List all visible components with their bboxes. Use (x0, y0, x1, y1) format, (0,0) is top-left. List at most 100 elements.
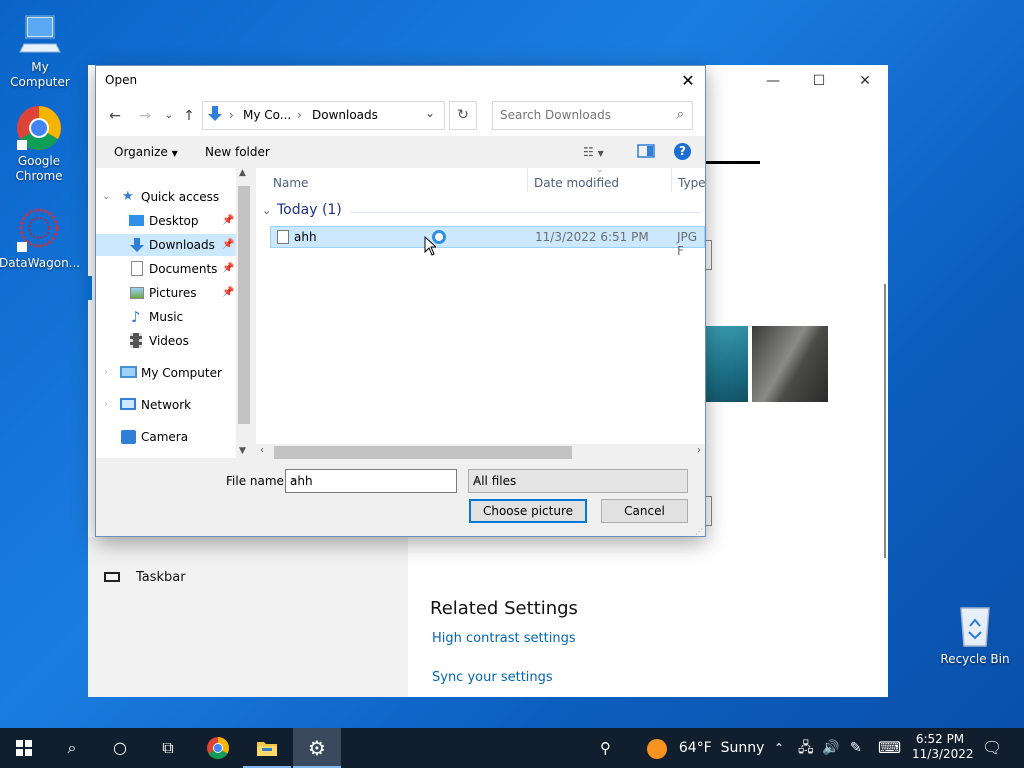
chevron-down-icon: ⌄ (473, 473, 482, 484)
group-header-today[interactable]: Today (1) (277, 202, 342, 218)
file-list-scrollbar[interactable]: ‹ › (256, 444, 705, 461)
cortana-circle-icon[interactable]: ○ (96, 728, 144, 768)
file-explorer-icon[interactable] (243, 728, 291, 768)
sidebar-item-pictures[interactable]: Pictures 📌 (96, 282, 236, 304)
sidebar-item-documents[interactable]: Documents 📌 (96, 258, 236, 280)
refresh-icon[interactable]: ↻ (449, 101, 477, 130)
sidebar-item-camera[interactable]: Camera (96, 426, 236, 448)
column-divider (671, 168, 672, 192)
desktop-icon (129, 215, 144, 226)
desktop-icon-chrome[interactable]: Google Chrome (0, 104, 79, 184)
resize-grip-icon[interactable]: ⋰ (695, 527, 703, 536)
maximize-button[interactable]: ☐ (796, 66, 842, 96)
organize-label: Organize (114, 145, 168, 159)
star-icon: ★ (122, 189, 134, 204)
taskbar-settings-icon (104, 572, 120, 582)
high-contrast-link[interactable]: High contrast settings (432, 631, 576, 646)
column-header-name[interactable]: Name (273, 176, 308, 190)
column-header-date-modified[interactable]: Date modified (534, 176, 619, 190)
settings-gear-icon[interactable]: ⚙ (293, 728, 341, 768)
navigation-pane-scroll-thumb[interactable] (238, 186, 250, 424)
scroll-right-icon[interactable]: › (697, 445, 701, 456)
network-tray-icon[interactable]: 🖧 (798, 728, 814, 768)
sidebar-item-music[interactable]: ♪ Music (96, 306, 236, 328)
scroll-down-icon[interactable]: ▼ (239, 446, 246, 456)
file-name-field[interactable]: ahh ⌄ (285, 469, 457, 493)
file-list-scroll-thumb[interactable] (274, 446, 572, 459)
weather-text: 64°F Sunny (678, 740, 765, 756)
sidebar-item-network[interactable]: › Network (96, 394, 236, 416)
file-type-filter[interactable]: All files ⌄ (468, 469, 688, 493)
desktop-icon-my-computer[interactable]: My Computer (0, 10, 80, 90)
sidebar-item-quick-access[interactable]: ⌄ ★ Quick access (96, 186, 236, 208)
expand-chevron-icon[interactable]: ⌄ (102, 186, 110, 208)
settings-scrollbar[interactable] (884, 284, 886, 558)
clock[interactable]: 6:52 PM 11/3/2022 (912, 728, 974, 768)
desktop-icon-recycle-bin[interactable]: Recycle Bin (935, 602, 1015, 667)
back-arrow-icon[interactable]: ← (104, 106, 126, 126)
sidebar-item-desktop[interactable]: Desktop 📌 (96, 210, 236, 232)
sidebar-item-label: My Computer (141, 366, 222, 380)
address-bar[interactable]: › My Co... › Downloads ⌄ (202, 101, 445, 130)
organize-button[interactable]: Organize ▼ (114, 145, 178, 159)
search-input[interactable] (500, 108, 670, 122)
address-dropdown-icon[interactable]: ⌄ (425, 106, 435, 120)
sidebar-item-my-computer[interactable]: › My Computer (96, 362, 236, 384)
cancel-button[interactable]: Cancel (601, 499, 688, 523)
task-view-icon[interactable]: ⧉ (144, 728, 192, 768)
chevron-down-icon[interactable]: ⌄ (290, 473, 452, 484)
start-button[interactable] (0, 728, 48, 768)
touch-keyboard-icon[interactable]: ⌨ (878, 728, 901, 768)
navigation-pane: ⌄ ★ Quick access Desktop 📌 Downloads 📌 D… (96, 168, 252, 458)
desktop-icon-label: Recycle Bin (940, 652, 1010, 666)
sidebar-item-label: Desktop (149, 214, 199, 228)
notifications-icon[interactable]: 🗨 (982, 728, 1002, 768)
close-button[interactable]: ✕ (842, 66, 888, 96)
people-icon[interactable]: ⚲ (600, 728, 611, 768)
breadcrumb-separator: › (297, 108, 302, 122)
file-date-modified: 11/3/2022 6:51 PM (535, 230, 649, 244)
show-hidden-icons-chevron[interactable]: ⌃ (774, 728, 784, 768)
group-collapse-chevron-icon[interactable]: ⌄ (262, 204, 271, 217)
photo-thumbnail[interactable] (752, 326, 828, 402)
volume-icon[interactable]: 🔊 (822, 728, 839, 768)
chrome-taskbar-icon[interactable] (194, 728, 242, 768)
breadcrumb-downloads[interactable]: Downloads (312, 108, 378, 122)
scroll-left-icon[interactable]: ‹ (260, 445, 264, 456)
pictures-icon (130, 287, 144, 299)
expand-chevron-icon[interactable]: › (104, 394, 108, 416)
computer-icon (16, 10, 64, 58)
column-header-type[interactable]: Type (678, 176, 706, 190)
organize-dropdown-icon: ▼ (171, 149, 178, 158)
photo-thumbnail[interactable] (706, 326, 748, 402)
sidebar-item-label: Documents (149, 262, 218, 276)
desktop-icon-datawagon[interactable]: DataWagon... (0, 206, 80, 271)
file-row[interactable]: ahh 11/3/2022 6:51 PM JPG F (270, 226, 705, 258)
weather-widget[interactable]: 64°F Sunny (647, 728, 764, 768)
minimize-button[interactable]: — (750, 66, 796, 96)
search-box[interactable]: ⌕ (492, 101, 693, 130)
sidebar-item-label: Music (149, 310, 184, 324)
search-icon[interactable]: ⌕ (48, 728, 96, 768)
view-options-icon[interactable]: ☷ ▼ (583, 145, 604, 159)
up-arrow-icon[interactable]: ↑ (178, 106, 200, 126)
open-dialog: Open ✕ ← → ⌄ ↑ › My Co... › Downloads ⌄ … (95, 65, 706, 537)
sync-settings-link[interactable]: Sync your settings (432, 670, 553, 685)
dialog-close-icon[interactable]: ✕ (671, 66, 705, 96)
taskbar-settings-label[interactable]: Taskbar (136, 570, 186, 585)
forward-arrow-icon[interactable]: → (134, 106, 156, 126)
scroll-up-icon[interactable]: ▲ (239, 168, 246, 178)
choose-picture-button[interactable]: Choose picture (469, 499, 587, 523)
sidebar-item-videos[interactable]: Videos (96, 330, 236, 352)
sidebar-item-downloads[interactable]: Downloads 📌 (96, 234, 236, 256)
recent-locations-chevron-icon[interactable]: ⌄ (158, 106, 180, 126)
pen-icon[interactable]: ✎ (850, 728, 862, 768)
new-folder-button[interactable]: New folder (205, 145, 270, 159)
preview-pane-icon[interactable] (637, 144, 655, 161)
expand-chevron-icon[interactable]: › (104, 362, 108, 384)
breadcrumb-my-computer[interactable]: My Co... (243, 108, 291, 122)
input-edge (706, 496, 712, 526)
navigation-bar: ← → ⌄ ↑ › My Co... › Downloads ⌄ ↻ ⌕ (96, 96, 705, 136)
breadcrumb-separator: › (229, 108, 234, 122)
help-icon[interactable]: ? (674, 143, 691, 160)
